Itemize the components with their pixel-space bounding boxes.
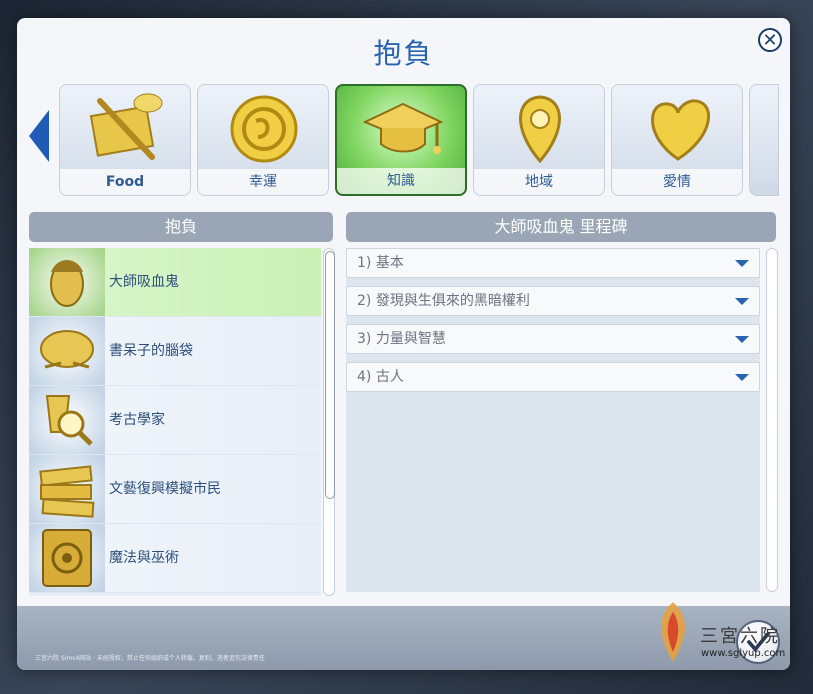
category-tab-location[interactable]: 地域 [473,84,605,196]
list-item-label: 魔法與巫術 [109,550,179,566]
footer-note: 三宫六院 Sims4网站 · 未经授权，禁止任何组织或个人转载、复制，违者追究法… [35,655,265,662]
category-label: Food [60,169,190,195]
brain-icon [29,317,105,385]
category-label: 知識 [337,168,465,194]
category-tab-love[interactable]: 愛情 [611,84,743,196]
milestone-list-scrollbar[interactable] [766,248,778,592]
category-label: 地域 [474,169,604,195]
chevron-down-icon [735,260,749,267]
aspiration-dialog: 抱負 ✕ Food 幸運 知識 地域 愛情 抱負 大師吸血鬼 里程碑 大師吸血鬼… [17,18,790,670]
milestone-row[interactable]: 3) 力量與智慧 [346,324,760,354]
scrollbar-thumb[interactable] [325,251,335,499]
milestone-label: 2) 發現與生俱來的黑暗權利 [357,293,530,309]
category-tab-knowledge[interactable]: 知識 [335,84,467,196]
map-pin-icon [519,95,561,164]
aspiration-list-scrollbar[interactable] [323,248,335,596]
list-item-label: 大師吸血鬼 [109,274,179,290]
category-tab-fortune[interactable]: 幸運 [197,84,329,196]
watermark-url: www.sglyup.com [701,648,786,659]
scroll-left-arrow-icon[interactable] [27,108,51,164]
milestone-label: 1) 基本 [357,255,404,271]
watermark-logo: 三宮六院 www.sglyup.com [645,598,795,668]
category-tabs: Food 幸運 知識 地域 愛情 [59,84,779,198]
milestone-row[interactable]: 1) 基本 [346,248,760,278]
category-tab-food[interactable]: Food [59,84,191,196]
close-button[interactable]: ✕ [758,28,782,52]
category-label: 愛情 [612,169,742,195]
milestone-list: 1) 基本 2) 發現與生俱來的黑暗權利 3) 力量與智慧 4) 古人 [346,248,760,592]
list-item-renaissance[interactable]: 文藝復興模擬市民 [29,455,321,524]
category-tab-partial[interactable] [749,84,779,196]
dialog-title: 抱負 [373,37,434,70]
category-label: 幸運 [198,169,328,195]
milestone-label: 3) 力量與智慧 [357,331,446,347]
phoenix-logo-icon [660,602,686,662]
list-item-vampire[interactable]: 大師吸血鬼 [29,248,321,317]
coin-icon [230,95,298,163]
watermark-text: 三宮六院 [700,626,780,647]
aspiration-list: 大師吸血鬼 書呆子的腦袋 考古學家 文藝復興模擬市民 魔法與巫術 [29,248,321,596]
milestones-header: 大師吸血鬼 里程碑 [346,212,776,242]
aspirations-header: 抱負 [29,212,333,242]
list-item-label: 考古學家 [109,412,165,428]
list-item-nerd-brain[interactable]: 書呆子的腦袋 [29,317,321,386]
milestone-row[interactable]: 4) 古人 [346,362,760,392]
heart-icon [651,99,711,161]
chevron-down-icon [735,374,749,381]
magnifier-icon [29,386,105,454]
list-item-magic[interactable]: 魔法與巫術 [29,524,321,593]
milestone-label: 4) 古人 [357,369,404,385]
books-icon [29,455,105,523]
graduation-cap-icon [362,102,444,154]
list-item-label: 文藝復興模擬市民 [109,481,221,497]
chevron-down-icon [735,298,749,305]
chevron-down-icon [735,336,749,343]
vampire-face-icon [29,248,105,316]
milestone-row[interactable]: 2) 發現與生俱來的黑暗權利 [346,286,760,316]
spellbook-icon [29,524,105,592]
food-icon [89,93,163,160]
list-item-label: 書呆子的腦袋 [109,343,193,359]
list-item-archaeologist[interactable]: 考古學家 [29,386,321,455]
